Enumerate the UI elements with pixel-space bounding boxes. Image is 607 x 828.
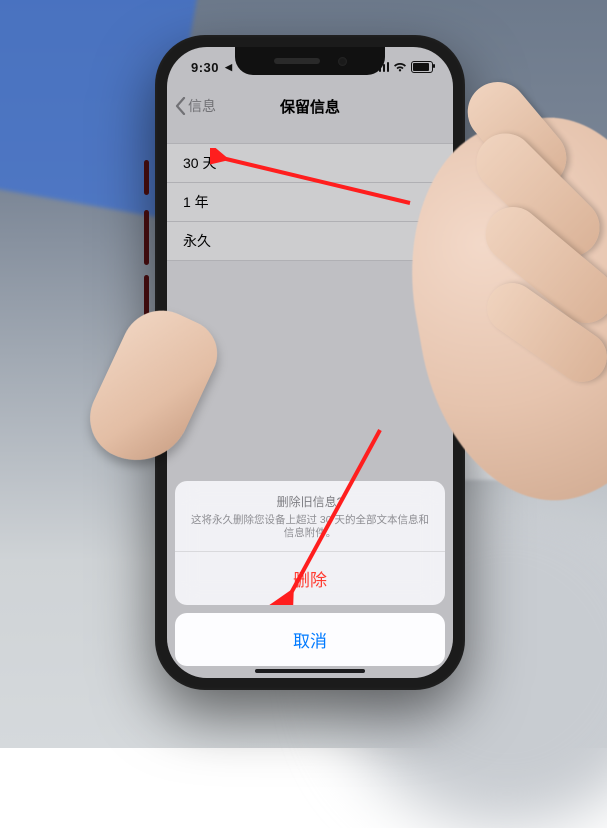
iphone-device: 9:30 ◀ 信息 保留信息: [155, 35, 465, 690]
delete-button[interactable]: 删除: [175, 552, 445, 605]
wifi-icon: [393, 62, 407, 73]
action-sheet-header: 删除旧信息? 这将永久删除您设备上超过 30 天的全部文本信息和信息附件。: [175, 481, 445, 552]
phone-screen: 9:30 ◀ 信息 保留信息: [167, 47, 453, 678]
action-sheet-message: 这将永久删除您设备上超过 30 天的全部文本信息和信息附件。: [189, 514, 431, 541]
location-indicator-icon: ◀: [225, 62, 232, 72]
action-sheet-title: 删除旧信息?: [189, 493, 431, 510]
notch: [235, 47, 385, 75]
cancel-button[interactable]: 取消: [175, 613, 445, 666]
battery-icon: [411, 61, 433, 73]
action-sheet: 删除旧信息? 这将永久删除您设备上超过 30 天的全部文本信息和信息附件。 删除…: [175, 481, 445, 666]
home-indicator[interactable]: [255, 669, 365, 673]
status-time: 9:30: [191, 60, 219, 75]
